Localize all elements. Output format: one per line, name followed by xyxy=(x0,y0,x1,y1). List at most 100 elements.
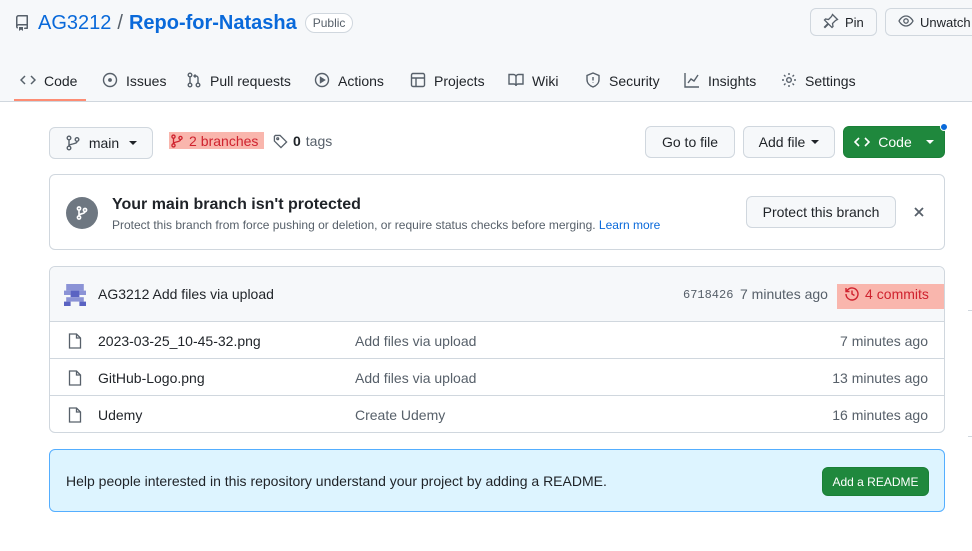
add-file-button[interactable]: Add file xyxy=(743,126,835,158)
branch-select-button[interactable]: main xyxy=(49,127,153,159)
branch-name: main xyxy=(88,135,120,151)
latest-commit-bar: AG3212 Add files via upload 6718426 7 mi… xyxy=(50,267,944,321)
file-icon xyxy=(68,333,82,352)
tab-actions-label: Actions xyxy=(338,73,384,89)
repo-owner-link[interactable]: AG3212 xyxy=(38,12,111,35)
active-tab-indicator xyxy=(14,99,86,101)
learn-more-link[interactable]: Learn more xyxy=(599,218,660,232)
tab-pull-requests-label: Pull requests xyxy=(210,73,291,89)
chevron-down-icon xyxy=(129,141,138,145)
file-icon xyxy=(68,370,82,389)
file-name[interactable]: 2023-03-25_10-45-32.png xyxy=(98,333,261,349)
tab-projects[interactable]: Projects xyxy=(410,60,485,102)
tab-wiki[interactable]: Wiki xyxy=(508,60,558,102)
tab-insights-label: Insights xyxy=(708,73,757,89)
branches-link[interactable]: 2 branches xyxy=(170,133,258,149)
tab-wiki-label: Wiki xyxy=(532,73,559,89)
pull-request-icon xyxy=(186,72,210,91)
tags-count: 0 xyxy=(293,133,301,149)
tab-settings-label: Settings xyxy=(805,73,856,89)
notification-dot xyxy=(940,123,948,131)
file-commit-time: 13 minutes ago xyxy=(832,370,928,386)
branch-protection-banner: Your main branch isn't protected Protect… xyxy=(49,174,945,250)
branch-count-icon xyxy=(170,134,184,148)
readme-banner: Help people interested in this repositor… xyxy=(49,449,945,512)
tab-issues-label: Issues xyxy=(126,73,167,89)
tab-code[interactable]: Code xyxy=(19,60,78,102)
repo-separator: / xyxy=(117,11,123,34)
file-commit-time: 16 minutes ago xyxy=(832,407,928,423)
commit-author[interactable]: AG3212 xyxy=(98,286,149,302)
tags-label: tags xyxy=(305,133,333,149)
file-name[interactable]: GitHub-Logo.png xyxy=(98,370,205,386)
tab-code-label: Code xyxy=(44,73,78,89)
code-icon xyxy=(854,134,871,150)
file-commit-message[interactable]: Add files via upload xyxy=(355,333,476,349)
chevron-down-icon xyxy=(811,140,820,144)
commit-time: 7 minutes ago xyxy=(740,286,828,302)
protect-banner-title: Your main branch isn't protected xyxy=(112,196,361,213)
repo-icon xyxy=(14,15,30,31)
branch-icon xyxy=(65,135,81,151)
issue-icon xyxy=(102,72,126,91)
protect-banner-description: Protect this branch from force pushing o… xyxy=(112,218,660,232)
visibility-badge: Public xyxy=(304,13,354,33)
table-icon xyxy=(410,72,434,91)
protect-description-text: Protect this branch from force pushing o… xyxy=(112,218,596,232)
shield-icon xyxy=(585,71,609,91)
tab-projects-label: Projects xyxy=(434,73,485,89)
eye-icon xyxy=(898,13,920,32)
branches-label: branches xyxy=(200,133,259,149)
table-row[interactable]: Udemy Create Udemy 16 minutes ago xyxy=(50,395,944,432)
go-to-file-button[interactable]: Go to file xyxy=(645,126,735,158)
gear-icon xyxy=(781,72,805,91)
pin-button[interactable]: Pin xyxy=(810,8,877,36)
tab-pull-requests[interactable]: Pull requests xyxy=(186,60,291,102)
book-icon xyxy=(508,72,532,91)
pin-label: Pin xyxy=(845,14,864,30)
file-list: AG3212 Add files via upload 6718426 7 mi… xyxy=(49,266,945,433)
commits-count: 4 xyxy=(865,286,873,302)
latest-commit-summary: AG3212 Add files via upload xyxy=(98,286,274,302)
chevron-down-icon xyxy=(925,140,934,144)
unwatch-button[interactable]: Unwatch xyxy=(885,8,972,36)
branch-protect-icon xyxy=(66,197,98,229)
commit-sha[interactable]: 6718426 xyxy=(683,288,733,302)
file-name[interactable]: Udemy xyxy=(98,407,142,423)
table-row[interactable]: GitHub-Logo.png Add files via upload 13 … xyxy=(50,358,944,395)
graph-icon xyxy=(684,72,708,91)
commits-link[interactable]: 4 commits xyxy=(844,286,929,302)
tab-actions[interactable]: Actions xyxy=(314,60,384,102)
protect-branch-button[interactable]: Protect this branch xyxy=(746,196,896,228)
branches-count: 2 xyxy=(189,133,197,149)
tag-icon xyxy=(273,134,288,149)
code-dropdown-button[interactable]: Code xyxy=(843,126,945,158)
pin-icon xyxy=(823,12,845,32)
code-button-label: Code xyxy=(878,134,912,150)
sidebar-divider xyxy=(968,310,972,311)
play-icon xyxy=(314,72,338,91)
repo-header: AG3212 / Repo-for-Natasha Public Pin Unw… xyxy=(0,0,972,102)
add-readme-button[interactable]: Add a README xyxy=(822,467,929,496)
file-icon xyxy=(68,407,82,426)
avatar[interactable] xyxy=(64,284,86,306)
commits-label: commits xyxy=(876,286,929,302)
tab-issues[interactable]: Issues xyxy=(102,60,166,102)
tab-settings[interactable]: Settings xyxy=(781,60,856,102)
file-commit-time: 7 minutes ago xyxy=(840,333,928,349)
readme-banner-text: Help people interested in this repositor… xyxy=(66,473,607,489)
file-commit-message[interactable]: Add files via upload xyxy=(355,370,476,386)
add-file-label: Add file xyxy=(758,134,806,150)
repo-name-link[interactable]: Repo-for-Natasha xyxy=(129,12,297,35)
tab-insights[interactable]: Insights xyxy=(684,60,756,102)
code-icon xyxy=(19,72,44,91)
tab-security-label: Security xyxy=(609,73,660,89)
close-icon[interactable] xyxy=(912,205,926,219)
history-icon xyxy=(844,286,860,302)
tags-link[interactable]: 0 tags xyxy=(273,133,332,149)
repo-title: AG3212 / Repo-for-Natasha Public xyxy=(14,10,354,36)
tab-security[interactable]: Security xyxy=(585,60,660,102)
file-commit-message[interactable]: Create Udemy xyxy=(355,407,445,423)
table-row[interactable]: 2023-03-25_10-45-32.png Add files via up… xyxy=(50,321,944,358)
commit-message[interactable]: Add files via upload xyxy=(153,286,274,302)
